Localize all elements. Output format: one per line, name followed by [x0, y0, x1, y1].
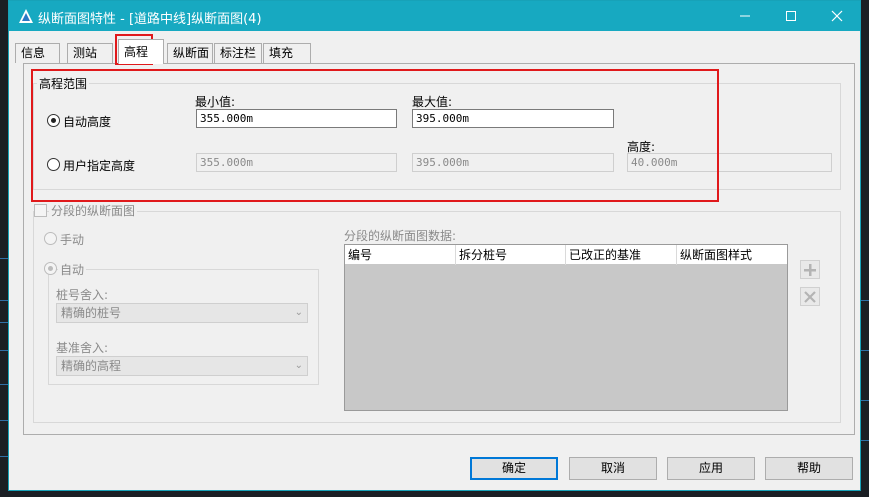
- bg-line: [0, 300, 8, 301]
- manual-label: 手动: [60, 233, 85, 247]
- bg-line: [861, 440, 869, 441]
- column-header-number[interactable]: 编号: [345, 245, 456, 265]
- max-value-label: 最大值:: [412, 95, 453, 109]
- station-rounding-value: 精确的桩号: [61, 306, 122, 320]
- user-height-label: 用户指定高度: [63, 159, 136, 173]
- window-title: 纵断面图特性 - [道路中线]纵断面图(4): [38, 12, 262, 27]
- help-button[interactable]: 帮助: [765, 457, 853, 480]
- bg-line: [0, 420, 8, 421]
- ok-button[interactable]: 确定: [470, 457, 558, 480]
- minimize-icon: [740, 15, 750, 17]
- tab-hatch[interactable]: 填充: [263, 43, 311, 63]
- plus-icon: [804, 263, 816, 276]
- bg-line: [861, 300, 869, 301]
- column-header-split-station[interactable]: 拆分桩号: [456, 245, 566, 265]
- app-icon: [19, 9, 33, 23]
- properties-dialog: 纵断面图特性 - [道路中线]纵断面图(4) 信息 测站 高程 纵断面 标注栏 …: [8, 0, 861, 491]
- station-rounding-label: 桩号舍入:: [56, 288, 109, 302]
- chevron-down-icon: ⌄: [294, 307, 303, 318]
- bg-line: [0, 456, 8, 457]
- tab-station[interactable]: 测站: [67, 43, 113, 63]
- elevation-range-title: 高程范围: [37, 75, 90, 92]
- datum-rounding-select[interactable]: 精确的高程 ⌄: [56, 356, 308, 376]
- bg-line: [861, 400, 869, 401]
- auto-label: 自动: [58, 261, 87, 278]
- split-data-label: 分段的纵断面图数据:: [344, 229, 457, 243]
- tab-profile[interactable]: 纵断面: [167, 43, 213, 63]
- close-button[interactable]: [814, 1, 860, 31]
- delete-icon: [804, 290, 816, 303]
- split-data-grid[interactable]: 编号 拆分桩号 已改正的基准 纵断面图样式: [344, 244, 788, 411]
- title-bar[interactable]: 纵断面图特性 - [道路中线]纵断面图(4): [9, 1, 860, 31]
- auto-max-input[interactable]: 395.000m: [412, 109, 614, 128]
- station-rounding-select[interactable]: 精确的桩号 ⌄: [56, 303, 308, 323]
- maximize-button[interactable]: [768, 1, 814, 31]
- bg-line: [0, 258, 8, 259]
- column-header-adjusted-datum[interactable]: 已改正的基准: [566, 245, 677, 265]
- cancel-button[interactable]: 取消: [569, 457, 657, 480]
- auto-radio[interactable]: [44, 262, 57, 275]
- minimize-button[interactable]: [722, 1, 768, 31]
- user-min-input[interactable]: 355.000m: [196, 153, 397, 172]
- close-icon: [831, 10, 843, 22]
- maximize-icon: [786, 11, 796, 21]
- auto-height-label: 自动高度: [63, 115, 112, 129]
- tab-elevation[interactable]: 高程: [118, 39, 164, 64]
- user-height-input[interactable]: 40.000m: [627, 153, 832, 172]
- manual-radio[interactable]: [44, 232, 57, 245]
- add-row-button[interactable]: [800, 260, 820, 279]
- bg-line: [0, 322, 8, 323]
- user-height-radio[interactable]: [47, 158, 60, 171]
- split-profile-label: 分段的纵断面图: [49, 202, 138, 219]
- bg-line: [861, 350, 869, 351]
- auto-height-radio[interactable]: [47, 114, 60, 127]
- tab-band[interactable]: 标注栏: [214, 43, 262, 63]
- bg-line: [0, 384, 8, 385]
- bg-line: [0, 350, 8, 351]
- delete-row-button[interactable]: [800, 287, 820, 306]
- user-max-input[interactable]: 395.000m: [412, 153, 614, 172]
- chevron-down-icon: ⌄: [294, 360, 303, 371]
- split-profile-checkbox[interactable]: [34, 204, 47, 217]
- column-header-profile-style[interactable]: 纵断面图样式: [677, 245, 787, 265]
- apply-button[interactable]: 应用: [667, 457, 755, 480]
- tab-info[interactable]: 信息: [15, 43, 60, 63]
- auto-min-input[interactable]: 355.000m: [196, 109, 397, 128]
- min-value-label: 最小值:: [195, 95, 236, 109]
- datum-rounding-label: 基准舍入:: [56, 341, 109, 355]
- datum-rounding-value: 精确的高程: [61, 359, 122, 373]
- grid-header: 编号 拆分桩号 已改正的基准 纵断面图样式: [345, 245, 787, 265]
